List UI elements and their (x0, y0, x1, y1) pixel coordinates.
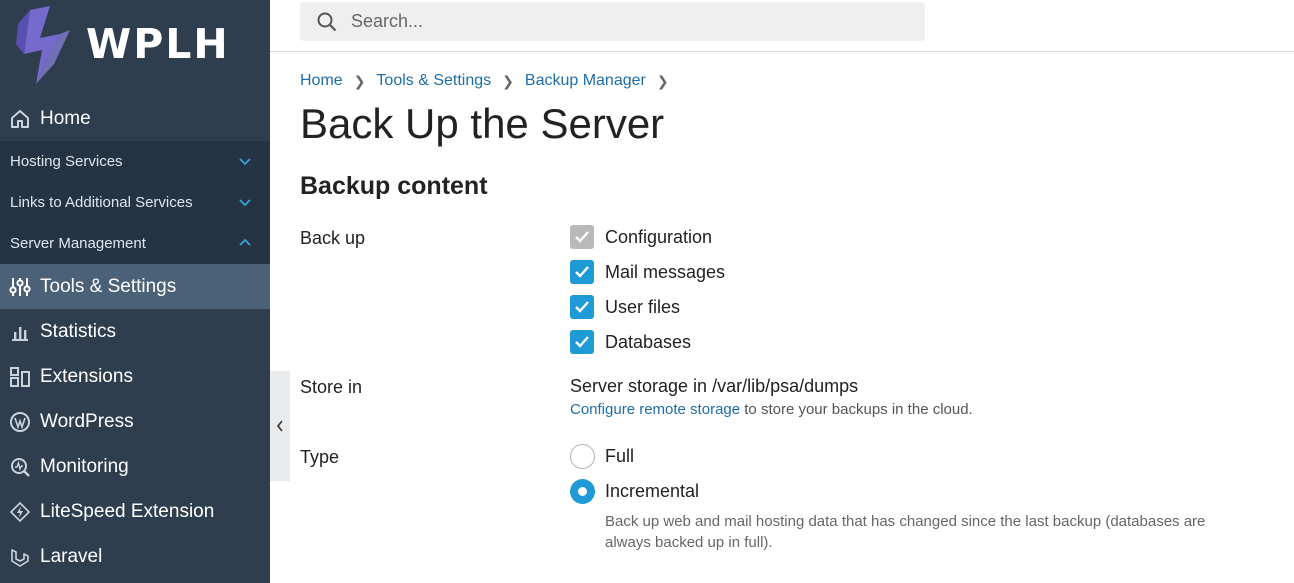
chevron-left-icon (276, 420, 283, 432)
wordpress-icon (9, 411, 31, 433)
sidebar-item-wordpress[interactable]: WordPress (0, 399, 270, 444)
configure-remote-storage-link[interactable]: Configure remote storage (570, 401, 740, 418)
litespeed-icon (9, 501, 31, 523)
sidebar-collapse-handle[interactable] (270, 371, 290, 481)
laravel-icon (9, 546, 31, 568)
checkbox-label: Mail messages (605, 261, 726, 282)
store-hint: Configure remote storage to store your b… (570, 401, 973, 418)
sidebar-group-additional-services[interactable]: Links to Additional Services (0, 182, 270, 223)
radio-selected (570, 479, 595, 504)
sidebar-item-label: Home (40, 107, 91, 129)
chevron-right-icon: ❯ (656, 72, 669, 89)
sidebar: WPLH Home Hosting Services Links to Addi… (0, 0, 270, 583)
sidebar-group-label: Server Management (10, 235, 146, 252)
checkmark-icon (575, 336, 589, 348)
sidebar-item-tools-settings[interactable]: Tools & Settings (0, 264, 270, 309)
checkbox-checked-disabled (570, 225, 594, 249)
checkmark-icon (575, 266, 589, 278)
chevron-down-icon (239, 158, 251, 166)
store-hint-text: to store your backups in the cloud. (740, 401, 973, 418)
checkbox-checked (570, 330, 594, 354)
checkmark-icon (575, 301, 589, 313)
checkbox-user-files[interactable]: User files (570, 295, 680, 319)
chevron-up-icon (239, 238, 251, 246)
sidebar-group-label: Links to Additional Services (10, 194, 193, 211)
checkmark-icon (575, 231, 589, 243)
search-placeholder: Search... (351, 11, 424, 31)
store-location: Server storage in /var/lib/psa/dumps (570, 376, 859, 396)
radio-label: Full (605, 446, 635, 466)
search-icon (317, 12, 337, 32)
chevron-right-icon: ❯ (353, 72, 366, 89)
brand-logo[interactable]: WPLH (0, 0, 270, 96)
sidebar-item-label: LiteSpeed Extension (40, 500, 215, 522)
chevron-down-icon (239, 199, 251, 207)
breadcrumb-home[interactable]: Home (300, 72, 343, 90)
monitoring-icon (9, 456, 31, 478)
store-label: Store in (300, 377, 363, 397)
sliders-icon (9, 276, 31, 298)
sidebar-group-hosting-services[interactable]: Hosting Services (0, 141, 270, 182)
sidebar-item-label: Tools & Settings (40, 275, 177, 297)
type-label: Type (300, 447, 340, 467)
sidebar-item-litespeed[interactable]: LiteSpeed Extension (0, 489, 270, 534)
checkbox-checked (570, 260, 594, 284)
checkbox-label: User files (605, 296, 681, 317)
sidebar-item-laravel[interactable]: Laravel (0, 534, 270, 579)
bar-chart-icon (9, 321, 31, 343)
sidebar-item-label: Laravel (40, 545, 103, 567)
sidebar-item-home[interactable]: Home (0, 96, 270, 141)
search-input[interactable]: Search... (300, 2, 925, 41)
incremental-hint: Back up web and mail hosting data that h… (605, 513, 1206, 551)
sidebar-item-label: WordPress (40, 410, 134, 432)
sidebar-item-label: Monitoring (40, 455, 129, 477)
breadcrumb: Home ❯ Tools & Settings ❯ Backup Manager… (300, 72, 680, 90)
radio-incremental[interactable]: Incremental (570, 479, 699, 504)
top-bar: Search... (270, 0, 1294, 52)
checkbox-label: Databases (605, 331, 692, 352)
sidebar-item-statistics[interactable]: Statistics (0, 309, 270, 354)
sidebar-item-monitoring[interactable]: Monitoring (0, 444, 270, 489)
home-icon (9, 108, 31, 130)
sidebar-item-label: Statistics (40, 320, 117, 342)
extensions-icon (9, 366, 31, 388)
backup-label: Back up (300, 228, 366, 248)
chevron-right-icon: ❯ (502, 72, 514, 89)
brand-name: WPLH (86, 20, 230, 68)
lightning-logo-icon (16, 6, 70, 84)
checkbox-label: Configuration (605, 226, 713, 247)
radio-label: Incremental (605, 481, 700, 501)
sidebar-group-label: Hosting Services (10, 153, 123, 170)
radio-unselected (570, 444, 595, 469)
checkbox-configuration[interactable]: Configuration (570, 225, 712, 249)
breadcrumb-tools-settings[interactable]: Tools & Settings (376, 72, 491, 90)
checkbox-mail-messages[interactable]: Mail messages (570, 260, 725, 284)
checkbox-checked (570, 295, 594, 319)
radio-full[interactable]: Full (570, 444, 634, 469)
sidebar-group-server-management[interactable]: Server Management (0, 223, 270, 264)
checkbox-databases[interactable]: Databases (570, 330, 691, 354)
sidebar-item-label: Extensions (40, 365, 133, 387)
breadcrumb-backup-manager[interactable]: Backup Manager (525, 72, 646, 90)
page-title: Back Up the Server (300, 100, 665, 147)
sidebar-item-extensions[interactable]: Extensions (0, 354, 270, 399)
section-title: Backup content (300, 172, 488, 200)
